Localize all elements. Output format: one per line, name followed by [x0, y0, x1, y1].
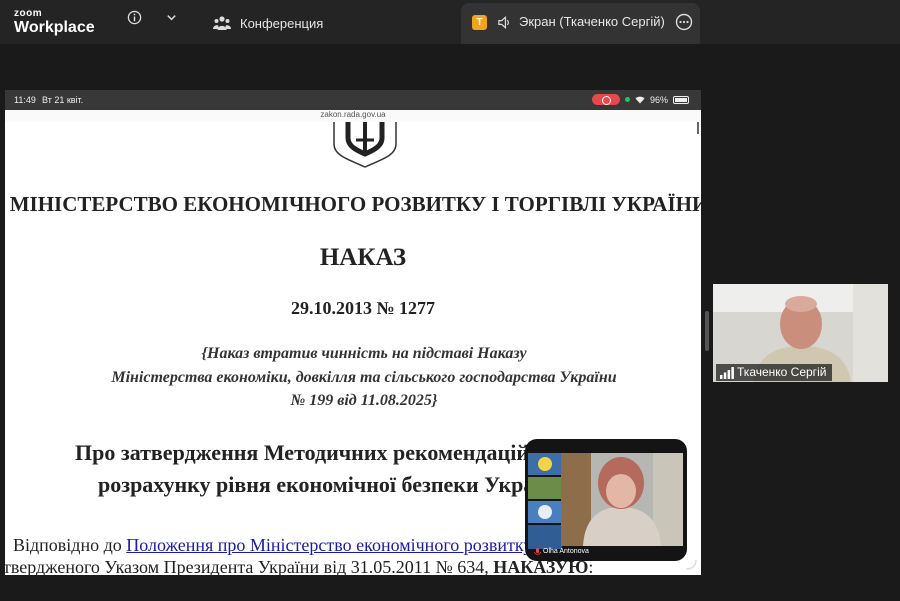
resize-handle-icon[interactable]: [684, 557, 698, 571]
body-paragraph-line2: твердженого Указом Президента України ві…: [5, 557, 593, 575]
status-note-line: Міністерства економіки, довкілля та сіль…: [111, 369, 617, 386]
screen-record-icon: [591, 94, 620, 105]
document-type: НАКАЗ: [319, 244, 407, 271]
meeting-top-bar: zoom Workplace Конференция T Экран (Ткач…: [0, 0, 900, 44]
body-line2-text: твердженого Указом Президента України ві…: [5, 557, 494, 575]
wifi-icon: [635, 96, 645, 103]
speaker-icon[interactable]: [497, 15, 512, 30]
zoom-workplace-logo: zoom Workplace: [14, 9, 95, 36]
document-title-line: розрахунку рівня економічної безпеки Укр…: [98, 472, 566, 497]
battery-icon: [673, 95, 689, 104]
participants-icon: [213, 16, 231, 30]
document-title-line: Про затвердження Методичних рекомендацій…: [75, 440, 586, 465]
signal-strength-icon: [720, 367, 734, 379]
pip-background-thumbnails: [528, 453, 562, 549]
page-scrollbar[interactable]: [697, 122, 699, 134]
muted-microphone-icon: [534, 548, 541, 555]
participant-name: Olha Antonova: [543, 548, 589, 555]
camera-indicator-icon: [624, 97, 630, 102]
logo-line1: zoom: [14, 8, 43, 19]
conference-label: Конференция: [240, 15, 324, 31]
panel-resize-handle[interactable]: [705, 311, 709, 351]
screen-share-tab[interactable]: T Экран (Ткаченко Сергій): [461, 3, 700, 44]
status-indicators: 96%: [591, 94, 689, 105]
conference-button[interactable]: Конференция: [213, 13, 323, 33]
status-note-line: № 199 від 11.08.2025}: [290, 392, 438, 409]
participant-tile[interactable]: Ткаченко Сергій: [713, 284, 888, 382]
body-prefix: Відповідно до: [13, 535, 127, 555]
status-date: Вт 21 квіт.: [42, 95, 84, 105]
battery-percent: 96%: [649, 94, 668, 105]
participant-video-feed: [561, 453, 683, 546]
participant-name-label: Ткаченко Сергій: [716, 364, 833, 381]
ministry-heading: МІНІСТЕРСТВО ЕКОНОМІЧНОГО РОЗВИТКУ І ТОР…: [9, 192, 701, 216]
screen-share-label: Экран (Ткаченко Сергій): [519, 14, 665, 29]
chevron-down-icon[interactable]: [165, 11, 178, 24]
tablet-status-bar: 11:49 Вт 21 квіт. 96%: [5, 90, 701, 110]
logo-line2: Workplace: [14, 19, 95, 36]
status-note-line: {Наказ втратив чинність на підставі Нака…: [201, 345, 527, 362]
sharer-avatar-badge: T: [472, 15, 487, 30]
coat-of-arms-icon: [333, 122, 397, 168]
more-options-icon[interactable]: [675, 13, 693, 31]
participant-name: Ткаченко Сергій: [737, 365, 827, 379]
browser-url: zakon.rada.gov.ua: [5, 110, 701, 122]
status-time: 11:49: [14, 95, 36, 105]
document-date-number: 29.10.2013 № 1277: [290, 298, 436, 318]
info-icon[interactable]: [127, 10, 142, 25]
participant-video-pip[interactable]: Olha Antonova: [525, 439, 687, 561]
